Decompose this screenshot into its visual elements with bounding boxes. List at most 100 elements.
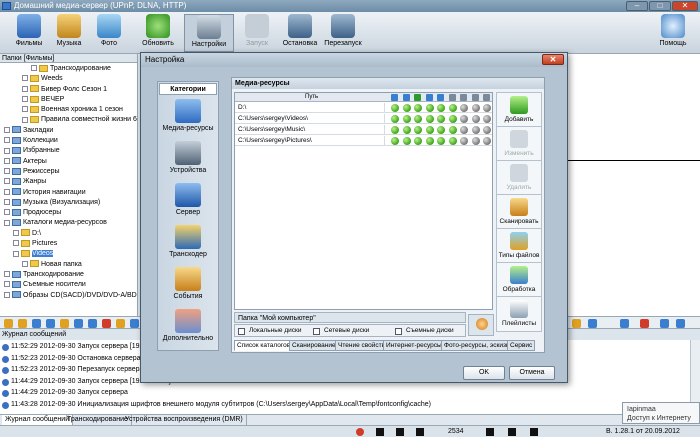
status-dot-icon[interactable]: [460, 137, 468, 145]
tree-item[interactable]: Музыка (Визуализация): [0, 198, 137, 208]
checkbox[interactable]: [395, 328, 402, 335]
path-row[interactable]: C:\Users\sergey\Pictures\: [235, 136, 492, 146]
expand-icon[interactable]: [4, 168, 10, 175]
tool-icon[interactable]: [572, 319, 581, 328]
tree-item[interactable]: Закладки: [0, 126, 137, 136]
status-dot-icon[interactable]: [391, 104, 399, 112]
tool-icon[interactable]: [102, 319, 111, 328]
status-dot-icon[interactable]: [391, 126, 399, 134]
tool-icon[interactable]: [676, 319, 685, 328]
category-4[interactable]: События: [158, 266, 218, 306]
status-dot-icon[interactable]: [414, 104, 422, 112]
expand-icon[interactable]: [31, 65, 37, 72]
tree-item[interactable]: Правила совместной жизни 6 сезон: [0, 115, 137, 125]
tool-icon[interactable]: [4, 319, 13, 328]
tree-item[interactable]: Военная хроника 1 сезон: [0, 105, 137, 115]
tree-item[interactable]: D:\: [0, 229, 137, 239]
minimize-button[interactable]: –: [626, 1, 648, 11]
maximize-button[interactable]: □: [649, 1, 671, 11]
tree-item[interactable]: Новая папка: [0, 260, 137, 270]
status-dot-icon[interactable]: [471, 104, 480, 112]
status-dot-icon[interactable]: [425, 137, 434, 145]
expand-icon[interactable]: [4, 291, 10, 298]
status-dot-icon[interactable]: [425, 115, 434, 123]
tool-icon[interactable]: [74, 319, 83, 328]
expand-icon[interactable]: [4, 209, 10, 216]
tree-item[interactable]: ВЕЧЕР: [0, 95, 137, 105]
status-dot-icon[interactable]: [402, 115, 411, 123]
status-dot-icon[interactable]: [471, 115, 480, 123]
ok-button[interactable]: OK: [463, 366, 505, 380]
tool-icon[interactable]: [640, 319, 649, 328]
expand-icon[interactable]: [4, 147, 10, 154]
checkbox[interactable]: [238, 328, 245, 335]
expand-icon[interactable]: [13, 229, 19, 236]
expand-icon[interactable]: [4, 126, 10, 133]
tool-icon[interactable]: [588, 319, 597, 328]
status-dot-icon[interactable]: [460, 104, 468, 112]
tree-item[interactable]: История навигации: [0, 188, 137, 198]
log-row[interactable]: 11:44:29 2012-09-30 Запуск сервера: [0, 388, 128, 399]
tree-item[interactable]: Транскодирование: [0, 64, 137, 74]
mycomputer-icon[interactable]: [468, 314, 494, 336]
status-dot-icon[interactable]: [425, 104, 434, 112]
dialog-tab[interactable]: Сервис: [507, 340, 536, 351]
expand-icon[interactable]: [22, 106, 28, 113]
tool-icon[interactable]: [116, 319, 125, 328]
tool-icon[interactable]: [60, 319, 69, 328]
expand-icon[interactable]: [22, 260, 28, 267]
expand-icon[interactable]: [4, 178, 10, 185]
close-button[interactable]: ✕: [672, 1, 698, 11]
expand-icon[interactable]: [13, 250, 19, 257]
status-dot-icon[interactable]: [402, 137, 411, 145]
status-dot-icon[interactable]: [448, 126, 457, 134]
status-dot-icon[interactable]: [437, 137, 445, 145]
log-row[interactable]: 11:52:23 2012-09-30 Перезапуск сервера: [0, 365, 143, 376]
checkbox[interactable]: [313, 328, 320, 335]
restart-button[interactable]: Перезапуск: [318, 14, 368, 52]
path-row[interactable]: C:\Users\sergey\Music\: [235, 125, 492, 135]
status-dot-icon[interactable]: [448, 137, 457, 145]
expand-icon[interactable]: [4, 188, 10, 195]
side-button-5[interactable]: Обработка: [496, 262, 542, 298]
refresh-button[interactable]: Обновить: [133, 14, 183, 52]
side-button-0[interactable]: Добавить: [496, 92, 542, 128]
status-dot-icon[interactable]: [483, 126, 491, 134]
status-dot-icon[interactable]: [437, 115, 445, 123]
side-button-2[interactable]: Удалить: [496, 160, 542, 196]
path-row[interactable]: C:\Users\sergey\Videos\: [235, 114, 492, 124]
log-row[interactable]: 11:52:23 2012-09-30 Остановка сервера [1…: [0, 354, 158, 365]
side-button-6[interactable]: Плейлисты: [496, 296, 542, 332]
status-dot-icon[interactable]: [414, 137, 422, 145]
expand-icon[interactable]: [22, 96, 28, 103]
status-dot-icon[interactable]: [391, 115, 399, 123]
tree-item[interactable]: Транскодирование: [0, 270, 137, 280]
expand-icon[interactable]: [4, 157, 10, 164]
tree-item[interactable]: Режиссеры: [0, 167, 137, 177]
expand-icon[interactable]: [22, 85, 28, 92]
dialog-tab[interactable]: Фото-ресурсы, эскизы: [441, 340, 514, 351]
category-1[interactable]: Устройства: [158, 140, 218, 180]
tree-item[interactable]: Продюсеры: [0, 208, 137, 218]
tree-item[interactable]: Коллекции: [0, 136, 137, 146]
tool-icon[interactable]: [620, 319, 629, 328]
side-button-1[interactable]: Изменить: [496, 126, 542, 162]
tree-item[interactable]: Актеры: [0, 157, 137, 167]
expand-icon[interactable]: [4, 137, 10, 144]
status-dot-icon[interactable]: [425, 126, 434, 134]
dialog-tab[interactable]: Список каталогов: [234, 340, 294, 351]
tool-icon[interactable]: [18, 319, 27, 328]
status-dot-icon[interactable]: [483, 104, 491, 112]
log-row[interactable]: 11:52:29 2012-09-30 Запуск сервера [192.…: [0, 342, 159, 353]
status-dot-icon[interactable]: [448, 104, 457, 112]
tree-item[interactable]: Weeds: [0, 74, 137, 84]
expand-icon[interactable]: [4, 199, 10, 206]
expand-icon[interactable]: [4, 271, 10, 278]
tree-item[interactable]: Съемные носители: [0, 280, 137, 290]
tree-item[interactable]: Жанры: [0, 177, 137, 187]
cancel-button[interactable]: Отмена: [509, 366, 555, 380]
tree-item[interactable]: Бивер Фолс Сезон 1: [0, 85, 137, 95]
status-dot-icon[interactable]: [483, 115, 491, 123]
expand-icon[interactable]: [4, 281, 10, 288]
tree-item[interactable]: Каталоги медиа-ресурсов: [0, 218, 137, 228]
